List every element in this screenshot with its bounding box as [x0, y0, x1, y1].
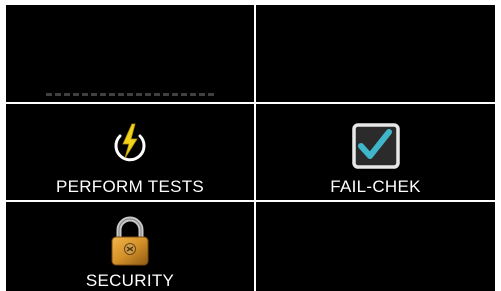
- power-bolt-icon: [114, 123, 146, 162]
- cut-off-label: [46, 93, 216, 96]
- menu-screen: PERFORM TESTS FAIL-CHEK SECURITY: [0, 0, 501, 291]
- perform-tests-label: PERFORM TESTS: [55, 177, 205, 196]
- menu-tile-top-right[interactable]: [256, 5, 495, 102]
- security-button[interactable]: SECURITY: [6, 202, 254, 291]
- padlock-icon: [111, 216, 149, 266]
- fail-chek-label: FAIL-CHEK: [330, 177, 421, 196]
- checkbox-checked-icon: [351, 123, 400, 169]
- perform-tests-button[interactable]: PERFORM TESTS: [6, 104, 254, 200]
- menu-tile-bottom-right[interactable]: [256, 202, 495, 291]
- security-label: SECURITY: [85, 271, 175, 290]
- menu-tile-top-left[interactable]: [6, 5, 254, 102]
- fail-chek-button[interactable]: FAIL-CHEK: [256, 104, 495, 200]
